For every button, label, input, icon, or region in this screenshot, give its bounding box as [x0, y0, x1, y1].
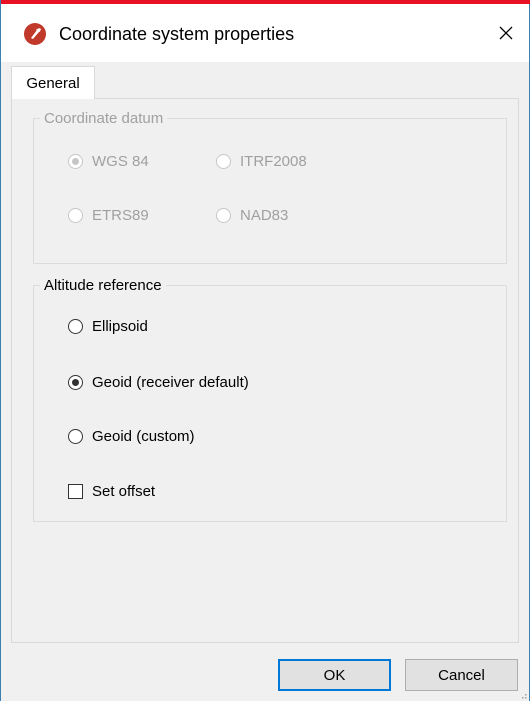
altitude-geoid-default-radio[interactable]	[68, 375, 83, 390]
datum-wgs84-radio[interactable]	[68, 154, 83, 169]
tab-general-label: General	[26, 74, 80, 92]
title-bar[interactable]: Coordinate system properties	[1, 4, 529, 62]
altitude-geoid-custom-radio[interactable]	[68, 429, 83, 444]
datum-etrs89-label: ETRS89	[92, 207, 149, 224]
set-offset-option[interactable]: Set offset	[68, 483, 155, 500]
app-logo-icon	[24, 23, 46, 45]
coordinate-datum-legend: Coordinate datum	[44, 110, 164, 127]
datum-option-wgs84[interactable]: WGS 84	[68, 153, 149, 170]
altitude-geoid-custom-label: Geoid (custom)	[92, 428, 195, 445]
altitude-option-geoid-default[interactable]: Geoid (receiver default)	[68, 374, 249, 391]
datum-nad83-label: NAD83	[240, 207, 289, 224]
datum-etrs89-radio[interactable]	[68, 208, 83, 223]
datum-itrf2008-radio[interactable]	[216, 154, 231, 169]
altitude-ellipsoid-radio[interactable]	[68, 319, 83, 334]
cancel-button[interactable]: Cancel	[405, 659, 518, 691]
altitude-option-geoid-custom[interactable]: Geoid (custom)	[68, 428, 195, 445]
datum-option-nad83[interactable]: NAD83	[216, 207, 288, 224]
close-button[interactable]	[483, 4, 529, 62]
altitude-option-ellipsoid[interactable]: Ellipsoid	[68, 318, 148, 335]
datum-itrf2008-label: ITRF2008	[240, 153, 307, 170]
set-offset-label: Set offset	[92, 483, 156, 500]
coordinate-datum-group: Coordinate datum	[33, 110, 507, 264]
resize-grip-icon[interactable]	[519, 691, 527, 699]
set-offset-checkbox[interactable]	[68, 484, 83, 499]
datum-option-etrs89[interactable]: ETRS89	[68, 207, 149, 224]
ok-button[interactable]: OK	[278, 659, 391, 691]
datum-nad83-radio[interactable]	[216, 208, 231, 223]
dialog-window: Coordinate system properties General Coo…	[0, 0, 530, 701]
close-icon	[499, 26, 513, 40]
datum-wgs84-label: WGS 84	[92, 153, 149, 170]
window-title: Coordinate system properties	[59, 24, 295, 44]
datum-option-itrf2008[interactable]: ITRF2008	[216, 153, 307, 170]
altitude-geoid-default-label: Geoid (receiver default)	[92, 374, 249, 391]
altitude-reference-legend: Altitude reference	[44, 277, 162, 294]
tab-general[interactable]: General	[11, 66, 95, 99]
altitude-ellipsoid-label: Ellipsoid	[92, 318, 148, 335]
